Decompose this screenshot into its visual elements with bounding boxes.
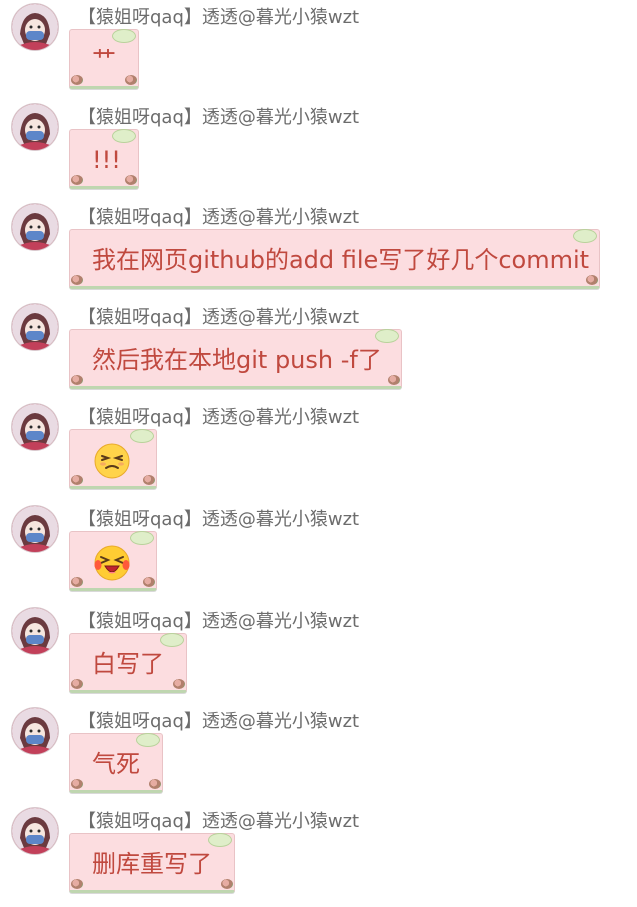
chat-message: 【猿姐呀qaq】透透@暮光小猿wzt 然后我在本地git push -f了 — [0, 300, 637, 400]
flower-decoration — [143, 577, 155, 587]
message-text: 白写了 — [92, 650, 164, 678]
flower-decoration — [71, 779, 83, 789]
leaf-decoration — [160, 633, 184, 647]
sender-name: 【猿姐呀qaq】透透@暮光小猿wzt — [78, 207, 360, 228]
flower-decoration — [221, 879, 233, 889]
message-text: 我在网页github的add file写了好几个commit — [92, 246, 590, 274]
avatar[interactable] — [12, 204, 58, 250]
sender-name: 【猿姐呀qaq】透透@暮光小猿wzt — [78, 611, 360, 632]
leaf-decoration — [130, 429, 154, 443]
leaf-decoration — [130, 531, 154, 545]
chat-message: 【猿姐呀qaq】透透@暮光小猿wzt 艹 — [0, 0, 637, 100]
sender-name: 【猿姐呀qaq】透透@暮光小猿wzt — [78, 307, 360, 328]
flower-decoration — [125, 175, 137, 185]
avatar[interactable] — [12, 506, 58, 552]
chat-message: 【猿姐呀qaq】透透@暮光小猿wzt — [0, 502, 637, 602]
leaf-decoration — [573, 229, 597, 243]
flower-decoration — [71, 175, 83, 185]
flower-decoration — [586, 275, 598, 285]
crying-laughing-face-icon — [94, 545, 130, 581]
sender-name: 【猿姐呀qaq】透透@暮光小猿wzt — [78, 407, 360, 428]
avatar[interactable] — [12, 808, 58, 854]
message-bubble[interactable] — [69, 531, 157, 591]
flower-decoration — [71, 577, 83, 587]
avatar[interactable] — [12, 608, 58, 654]
flower-decoration — [71, 879, 83, 889]
message-bubble[interactable]: 删库重写了 — [69, 833, 235, 893]
flower-decoration — [125, 75, 137, 85]
sender-name: 【猿姐呀qaq】透透@暮光小猿wzt — [78, 811, 360, 832]
avatar[interactable] — [12, 4, 58, 50]
message-text: 气死 — [92, 750, 140, 778]
chat-message: 【猿姐呀qaq】透透@暮光小猿wzt 白写了 — [0, 604, 637, 704]
leaf-decoration — [375, 329, 399, 343]
flower-decoration — [71, 75, 83, 85]
chat-message: 【猿姐呀qaq】透透@暮光小猿wzt 气死 — [0, 704, 637, 804]
squinting-annoyed-face-icon — [94, 443, 130, 479]
flower-decoration — [388, 375, 400, 385]
leaf-decoration — [112, 129, 136, 143]
message-bubble[interactable]: !!! — [69, 129, 139, 189]
leaf-decoration — [208, 833, 232, 847]
chat-message: 【猿姐呀qaq】透透@暮光小猿wzt !!! — [0, 100, 637, 200]
message-text: 删库重写了 — [92, 850, 212, 878]
message-bubble[interactable]: 我在网页github的add file写了好几个commit — [69, 229, 600, 289]
flower-decoration — [143, 475, 155, 485]
sender-name: 【猿姐呀qaq】透透@暮光小猿wzt — [78, 509, 360, 530]
message-bubble[interactable]: 艹 — [69, 29, 139, 89]
flower-decoration — [173, 679, 185, 689]
flower-decoration — [71, 679, 83, 689]
flower-decoration — [71, 275, 83, 285]
flower-decoration — [71, 475, 83, 485]
message-bubble[interactable]: 气死 — [69, 733, 163, 793]
message-bubble[interactable] — [69, 429, 157, 489]
avatar[interactable] — [12, 708, 58, 754]
message-text: 艹 — [92, 46, 116, 74]
avatar[interactable] — [12, 404, 58, 450]
message-bubble[interactable]: 白写了 — [69, 633, 187, 693]
sender-name: 【猿姐呀qaq】透透@暮光小猿wzt — [78, 7, 360, 28]
chat-log: 【猿姐呀qaq】透透@暮光小猿wzt 艹 【猿姐呀qaq】透透@暮光小猿wzt — [0, 0, 637, 907]
avatar[interactable] — [12, 104, 58, 150]
chat-message: 【猿姐呀qaq】透透@暮光小猿wzt — [0, 400, 637, 500]
chat-message: 【猿姐呀qaq】透透@暮光小猿wzt 删库重写了 — [0, 804, 637, 904]
sender-name: 【猿姐呀qaq】透透@暮光小猿wzt — [78, 711, 360, 732]
leaf-decoration — [136, 733, 160, 747]
leaf-decoration — [112, 29, 136, 43]
sender-name: 【猿姐呀qaq】透透@暮光小猿wzt — [78, 107, 360, 128]
message-bubble[interactable]: 然后我在本地git push -f了 — [69, 329, 402, 389]
avatar[interactable] — [12, 304, 58, 350]
flower-decoration — [71, 375, 83, 385]
message-text: 然后我在本地git push -f了 — [92, 346, 382, 374]
message-text: !!! — [92, 146, 121, 174]
chat-message: 【猿姐呀qaq】透透@暮光小猿wzt 我在网页github的add file写了… — [0, 200, 637, 300]
flower-decoration — [149, 779, 161, 789]
